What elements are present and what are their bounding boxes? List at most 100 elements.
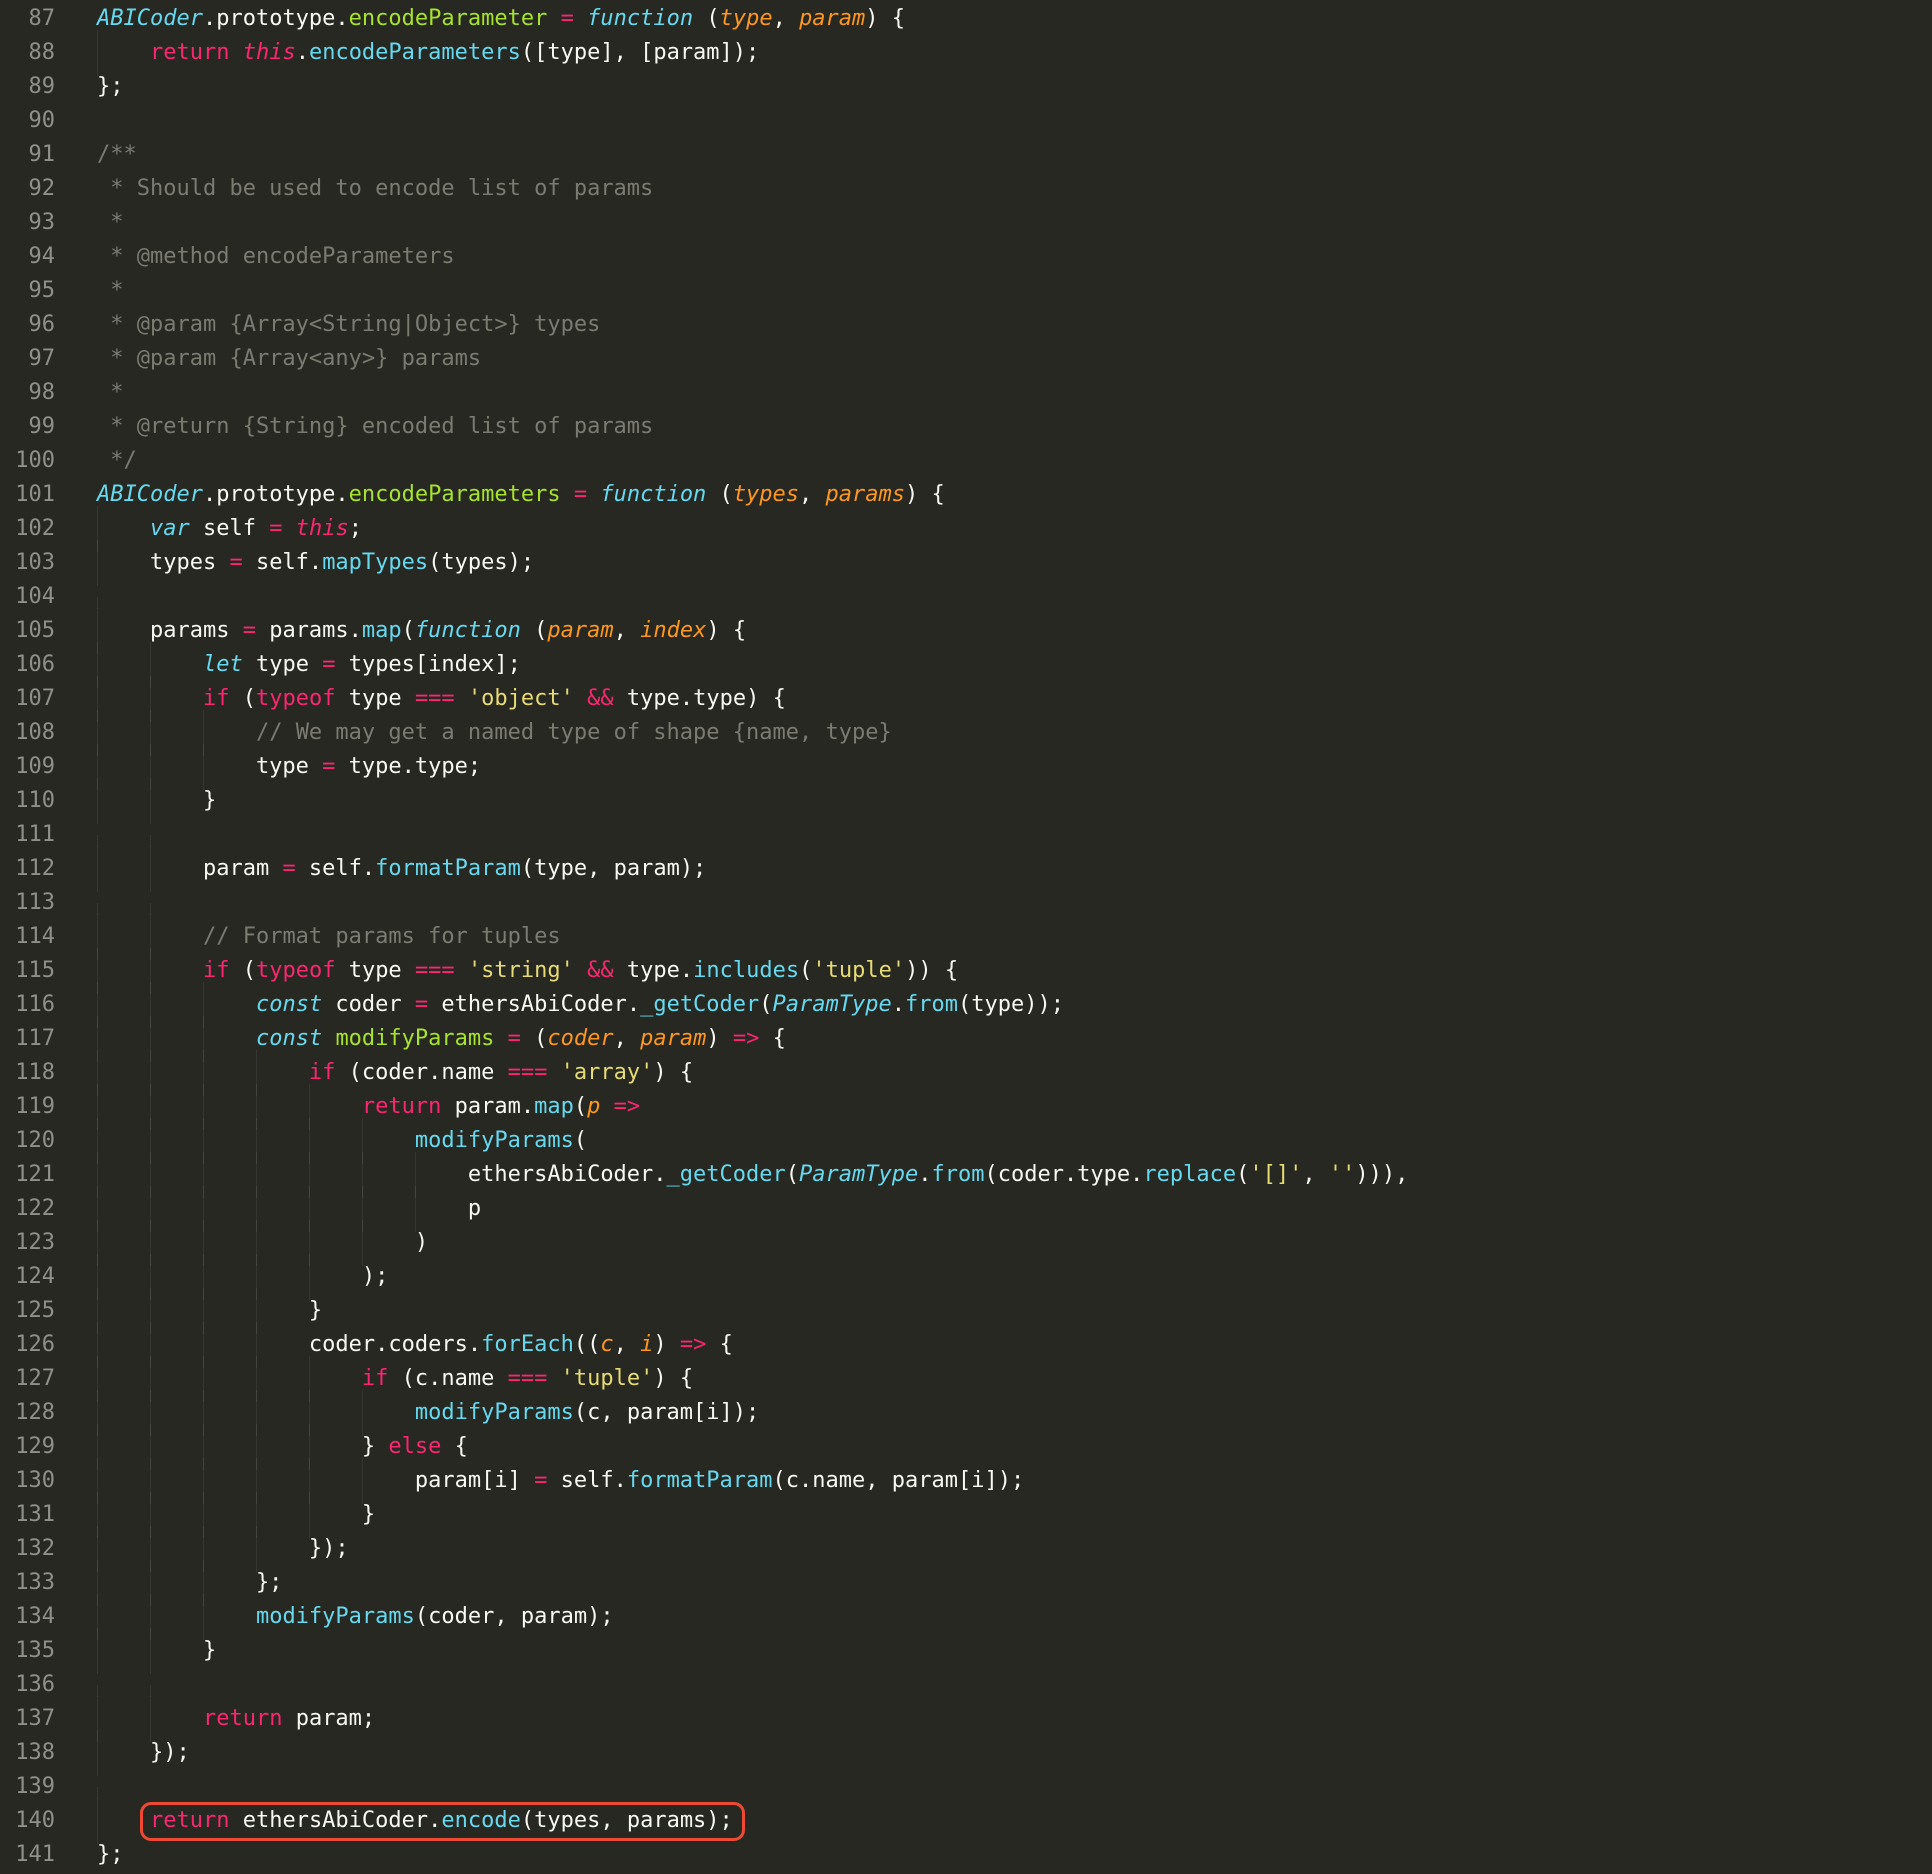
code-line[interactable]: 97 * @param {Array<any>} params [0,342,1932,376]
code-line[interactable]: 137 return param; [0,1702,1932,1736]
code-line[interactable]: 107 if (typeof type === 'object' && type… [0,682,1932,716]
code-line[interactable]: 138 }); [0,1736,1932,1770]
line-number[interactable]: 116 [0,988,55,1022]
code-line[interactable]: 106 let type = types[index]; [0,648,1932,682]
code-line[interactable]: 132 }); [0,1532,1932,1566]
code-line[interactable]: 88 return this.encodeParameters([type], … [0,36,1932,70]
code-line[interactable]: 101ABICoder.prototype.encodeParameters =… [0,478,1932,512]
code-line[interactable]: 93 * [0,206,1932,240]
code-line[interactable]: 119 return param.map(p => [0,1090,1932,1124]
line-number[interactable]: 139 [0,1770,55,1804]
line-number[interactable]: 97 [0,342,55,376]
code-line[interactable]: 116 const coder = ethersAbiCoder._getCod… [0,988,1932,1022]
code-line[interactable]: 99 * @return {String} encoded list of pa… [0,410,1932,444]
code-line[interactable]: 124 ); [0,1260,1932,1294]
code-line[interactable]: 122 p [0,1192,1932,1226]
line-number[interactable]: 109 [0,750,55,784]
line-number[interactable]: 135 [0,1634,55,1668]
code-line[interactable]: 92 * Should be used to encode list of pa… [0,172,1932,206]
line-number[interactable]: 87 [0,2,55,36]
line-number[interactable]: 133 [0,1566,55,1600]
line-number[interactable]: 91 [0,138,55,172]
code-line[interactable]: 128 modifyParams(c, param[i]); [0,1396,1932,1430]
code-line[interactable]: 112 param = self.formatParam(type, param… [0,852,1932,886]
line-number[interactable]: 108 [0,716,55,750]
code-line[interactable]: 102 var self = this; [0,512,1932,546]
line-number[interactable]: 112 [0,852,55,886]
line-number[interactable]: 99 [0,410,55,444]
code-line[interactable]: 95 * [0,274,1932,308]
code-line[interactable]: 103 types = self.mapTypes(types); [0,546,1932,580]
code-line[interactable]: 96 * @param {Array<String|Object>} types [0,308,1932,342]
code-line[interactable]: 108 // We may get a named type of shape … [0,716,1932,750]
line-number[interactable]: 102 [0,512,55,546]
line-number[interactable]: 98 [0,376,55,410]
code-line[interactable]: 100 */ [0,444,1932,478]
line-number[interactable]: 88 [0,36,55,70]
line-number[interactable]: 105 [0,614,55,648]
line-number[interactable]: 115 [0,954,55,988]
line-number[interactable]: 127 [0,1362,55,1396]
line-number[interactable]: 130 [0,1464,55,1498]
line-number[interactable]: 100 [0,444,55,478]
line-number[interactable]: 92 [0,172,55,206]
line-number[interactable]: 117 [0,1022,55,1056]
code-line[interactable]: 110 } [0,784,1932,818]
line-number[interactable]: 101 [0,478,55,512]
code-line[interactable]: 118 if (coder.name === 'array') { [0,1056,1932,1090]
line-number[interactable]: 119 [0,1090,55,1124]
code-line[interactable]: 120 modifyParams( [0,1124,1932,1158]
line-number[interactable]: 123 [0,1226,55,1260]
code-line[interactable]: 141}; [0,1838,1932,1872]
code-line[interactable]: 91/** [0,138,1932,172]
code-line[interactable]: 127 if (c.name === 'tuple') { [0,1362,1932,1396]
line-number[interactable]: 121 [0,1158,55,1192]
line-number[interactable]: 94 [0,240,55,274]
code-line[interactable]: 140 return ethersAbiCoder.encode(types, … [0,1804,1932,1838]
code-line[interactable]: 114 // Format params for tuples [0,920,1932,954]
code-line[interactable]: 109 type = type.type; [0,750,1932,784]
line-number[interactable]: 122 [0,1192,55,1226]
code-line[interactable]: 134 modifyParams(coder, param); [0,1600,1932,1634]
code-line[interactable]: 113 [0,886,1932,920]
line-number[interactable]: 129 [0,1430,55,1464]
line-number[interactable]: 120 [0,1124,55,1158]
line-number[interactable]: 136 [0,1668,55,1702]
code-line[interactable]: 105 params = params.map(function (param,… [0,614,1932,648]
code-line[interactable]: 126 coder.coders.forEach((c, i) => { [0,1328,1932,1362]
code-line[interactable]: 90 [0,104,1932,138]
line-number[interactable]: 104 [0,580,55,614]
line-number[interactable]: 106 [0,648,55,682]
line-number[interactable]: 113 [0,886,55,920]
line-number[interactable]: 111 [0,818,55,852]
code-line[interactable]: 133 }; [0,1566,1932,1600]
code-line[interactable]: 135 } [0,1634,1932,1668]
line-number[interactable]: 125 [0,1294,55,1328]
code-line[interactable]: 98 * [0,376,1932,410]
line-number[interactable]: 141 [0,1838,55,1872]
line-number[interactable]: 126 [0,1328,55,1362]
line-number[interactable]: 107 [0,682,55,716]
line-number[interactable]: 140 [0,1804,55,1838]
code-line[interactable]: 94 * @method encodeParameters [0,240,1932,274]
line-number[interactable]: 132 [0,1532,55,1566]
line-number[interactable]: 131 [0,1498,55,1532]
code-line[interactable]: 125 } [0,1294,1932,1328]
line-number[interactable]: 95 [0,274,55,308]
code-line[interactable]: 136 [0,1668,1932,1702]
code-line[interactable]: 131 } [0,1498,1932,1532]
code-line[interactable]: 89}; [0,70,1932,104]
code-line[interactable]: 87ABICoder.prototype.encodeParameter = f… [0,2,1932,36]
line-number[interactable]: 93 [0,206,55,240]
line-number[interactable]: 137 [0,1702,55,1736]
line-number[interactable]: 90 [0,104,55,138]
line-number[interactable]: 124 [0,1260,55,1294]
code-line[interactable]: 121 ethersAbiCoder._getCoder(ParamType.f… [0,1158,1932,1192]
line-number[interactable]: 114 [0,920,55,954]
line-number[interactable]: 138 [0,1736,55,1770]
code-line[interactable]: 115 if (typeof type === 'string' && type… [0,954,1932,988]
code-line[interactable]: 139 [0,1770,1932,1804]
code-line[interactable]: 111 [0,818,1932,852]
code-line[interactable]: 104 [0,580,1932,614]
code-line[interactable]: 129 } else { [0,1430,1932,1464]
